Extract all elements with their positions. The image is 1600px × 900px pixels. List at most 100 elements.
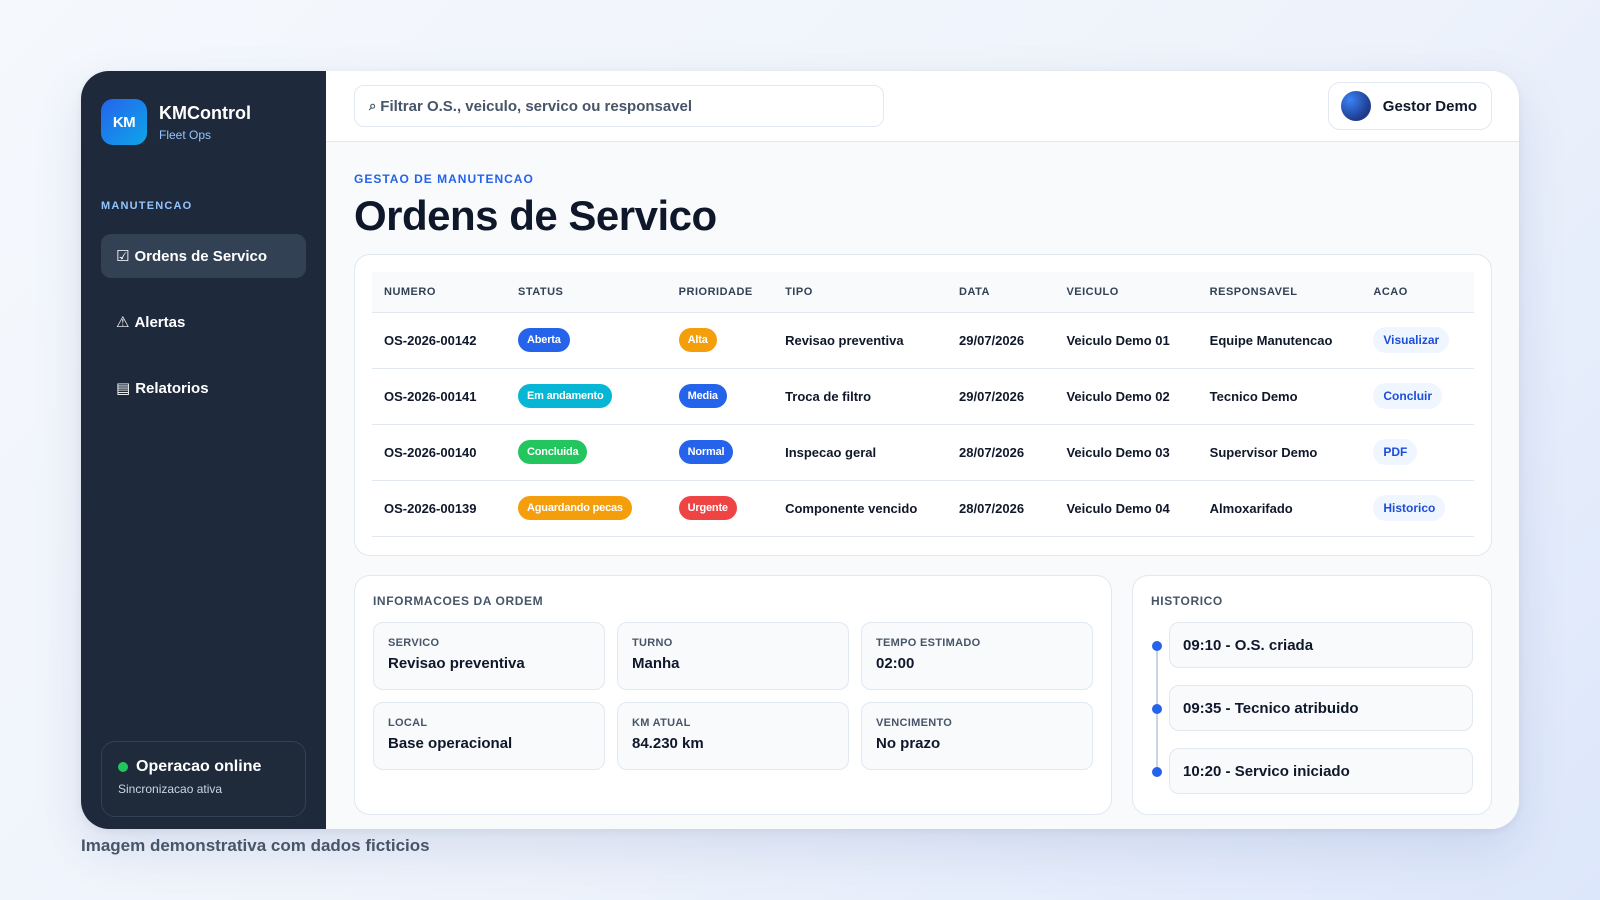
column-header-veiculo[interactable]: VEICULO <box>1054 272 1198 313</box>
info-field-servico: SERVICO Revisao preventiva <box>373 622 605 690</box>
page-title: Ordens de Servico <box>354 192 717 239</box>
brand-name: KMControl <box>159 102 251 123</box>
avatar <box>1340 91 1371 121</box>
info-label: TURNO <box>632 637 673 649</box>
order-date: 28/07/2026 <box>947 480 1055 537</box>
status-title: Operacao online <box>136 758 262 775</box>
order-responsible: Almoxarifado <box>1197 480 1362 537</box>
info-label: VENCIMENTO <box>876 717 953 729</box>
priority-badge: Urgente <box>678 496 737 520</box>
info-field-turno: TURNO Manha <box>617 622 849 690</box>
search-input[interactable]: ⌕ Filtrar O.S., veiculo, servico ou resp… <box>354 85 884 127</box>
timeline-event: 09:10 - O.S. criada <box>1152 622 1473 668</box>
timeline-event: 10:20 - Servico iniciado <box>1152 748 1473 794</box>
timeline-event: 09:35 - Tecnico atribuido <box>1152 685 1473 731</box>
info-label: KM ATUAL <box>632 717 691 729</box>
sidebar-item-label: Alertas <box>134 313 186 331</box>
main-content: ⌕ Filtrar O.S., veiculo, servico ou resp… <box>326 71 1519 829</box>
topbar: ⌕ Filtrar O.S., veiculo, servico ou resp… <box>326 71 1519 142</box>
table-row[interactable]: OS-2026-00142 Aberta Alta Revisao preven… <box>372 312 1474 369</box>
info-value: 02:00 <box>876 655 915 672</box>
brand[interactable]: KM KMControl Fleet Ops <box>101 99 306 145</box>
table-row[interactable]: OS-2026-00139 Aguardando pecas Urgente C… <box>372 480 1474 537</box>
order-responsible: Tecnico Demo <box>1197 368 1362 425</box>
sidebar-item-label: Ordens de Servico <box>134 247 268 265</box>
order-type: Troca de filtro <box>773 368 948 425</box>
column-header-responsavel[interactable]: RESPONSAVEL <box>1197 272 1362 313</box>
priority-badge: Normal <box>678 440 734 464</box>
info-value: Base operacional <box>388 735 513 752</box>
info-field-km-atual: KM ATUAL 84.230 km <box>617 702 849 770</box>
timeline-dot <box>1152 767 1162 777</box>
status-badge: Aguardando pecas <box>518 496 632 520</box>
table-row[interactable]: OS-2026-00140 Concluida Normal Inspecao … <box>372 424 1474 481</box>
column-header-tipo[interactable]: TIPO <box>773 272 948 313</box>
info-value: 84.230 km <box>632 735 704 752</box>
timeline-event-text: 09:10 - O.S. criada <box>1183 636 1314 654</box>
brand-subtitle: Fleet Ops <box>159 127 212 142</box>
order-type: Inspecao geral <box>773 424 948 481</box>
order-info-title: INFORMACOES DA ORDEM <box>373 594 544 608</box>
info-field-vencimento: VENCIMENTO No prazo <box>861 702 1093 770</box>
sidebar-item-ordens-de-servico[interactable]: ☑ Ordens de Servico <box>101 234 306 278</box>
order-vehicle: Veiculo Demo 03 <box>1054 424 1198 481</box>
timeline-dot <box>1152 704 1162 714</box>
sidebar-item-alertas[interactable]: ⚠ Alertas <box>101 300 306 344</box>
timeline-event-text: 10:20 - Servico iniciado <box>1183 762 1350 780</box>
order-number: OS-2026-00140 <box>372 424 507 481</box>
order-info-card: INFORMACOES DA ORDEM SERVICO Revisao pre… <box>354 575 1112 815</box>
user-name: Gestor Demo <box>1382 97 1477 115</box>
info-field-tempo-estimado: TEMPO ESTIMADO 02:00 <box>861 622 1093 690</box>
info-field-local: LOCAL Base operacional <box>373 702 605 770</box>
column-header-data[interactable]: DATA <box>947 272 1055 313</box>
info-label: TEMPO ESTIMADO <box>876 637 981 649</box>
warning-icon: ⚠ <box>116 314 130 331</box>
report-icon: ▤ <box>116 380 131 397</box>
order-type: Componente vencido <box>773 480 948 537</box>
historico-button[interactable]: Historico <box>1373 495 1446 521</box>
column-header-prioridade[interactable]: PRIORIDADE <box>666 272 774 313</box>
concluir-button[interactable]: Concluir <box>1373 383 1443 409</box>
order-date: 29/07/2026 <box>947 312 1055 369</box>
order-date: 28/07/2026 <box>947 424 1055 481</box>
order-responsible: Equipe Manutencao <box>1197 312 1362 369</box>
timeline-dot <box>1152 641 1162 651</box>
info-value: Manha <box>632 655 680 672</box>
order-vehicle: Veiculo Demo 01 <box>1054 312 1198 369</box>
online-status-dot <box>118 762 128 772</box>
orders-table: NUMERO STATUS PRIORIDADE TIPO DATA VEICU… <box>372 272 1474 537</box>
page-eyebrow: GESTAO DE MANUTENCAO <box>354 172 534 186</box>
history-title: HISTORICO <box>1151 594 1223 608</box>
info-value: Revisao preventiva <box>388 655 525 672</box>
nav-section-label: MANUTENCAO <box>101 200 193 212</box>
order-number: OS-2026-00142 <box>372 312 507 369</box>
user-menu-button[interactable]: Gestor Demo <box>1327 82 1492 130</box>
column-header-status[interactable]: STATUS <box>506 272 667 313</box>
table-row[interactable]: OS-2026-00141 Em andamento Media Troca d… <box>372 368 1474 425</box>
search-placeholder: Filtrar O.S., veiculo, servico ou respon… <box>380 97 693 115</box>
priority-badge: Media <box>678 384 727 408</box>
order-vehicle: Veiculo Demo 02 <box>1054 368 1198 425</box>
order-responsible: Supervisor Demo <box>1197 424 1362 481</box>
sidebar-item-relatorios[interactable]: ▤ Relatorios <box>101 366 306 410</box>
pdf-button[interactable]: PDF <box>1373 439 1418 465</box>
order-date: 29/07/2026 <box>947 368 1055 425</box>
orders-table-card: NUMERO STATUS PRIORIDADE TIPO DATA VEICU… <box>354 254 1492 556</box>
column-header-numero[interactable]: NUMERO <box>372 272 507 313</box>
visualizar-button[interactable]: Visualizar <box>1373 327 1450 353</box>
app-window: KM KMControl Fleet Ops MANUTENCAO ☑ Orde… <box>81 71 1519 829</box>
status-badge: Aberta <box>518 328 570 352</box>
status-badge: Concluida <box>518 440 588 464</box>
timeline-event-text: 09:35 - Tecnico atribuido <box>1183 699 1359 717</box>
image-caption: Imagem demonstrativa com dados ficticios <box>81 836 430 855</box>
info-label: LOCAL <box>388 717 428 729</box>
sidebar-item-label: Relatorios <box>135 379 209 397</box>
operation-status-card: Operacao online Sincronizacao ativa <box>101 741 306 817</box>
column-header-acao: ACAO <box>1361 272 1474 313</box>
priority-badge: Alta <box>678 328 717 352</box>
brand-logo: KM <box>101 99 147 145</box>
history-timeline: 09:10 - O.S. criada 09:35 - Tecnico atri… <box>1151 622 1473 794</box>
status-badge: Em andamento <box>518 384 613 408</box>
sidebar: KM KMControl Fleet Ops MANUTENCAO ☑ Orde… <box>81 71 326 829</box>
checkbox-icon: ☑ <box>116 248 130 265</box>
